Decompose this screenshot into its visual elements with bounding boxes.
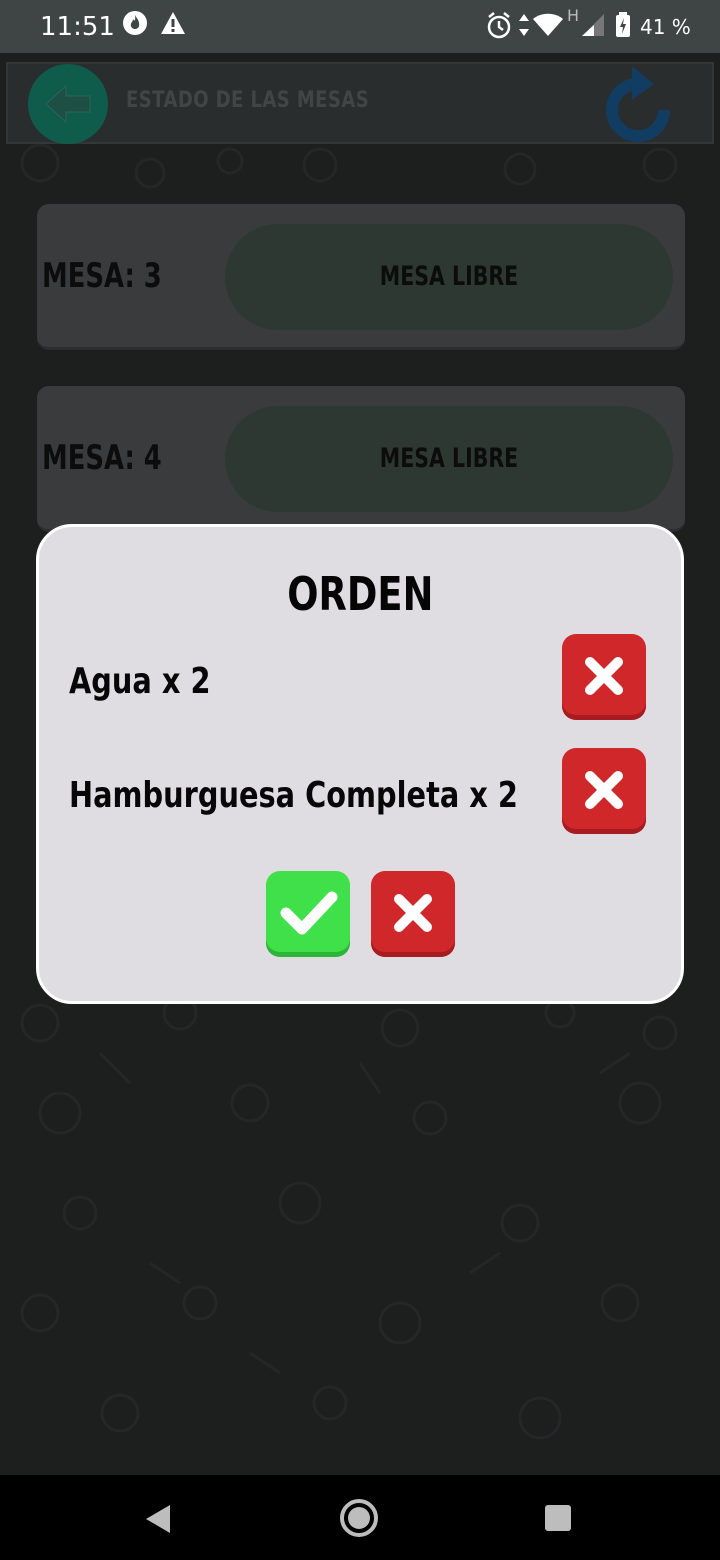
dialog-title: ORDEN [286,567,434,621]
confirm-order-button[interactable] [266,871,350,957]
signal-icon [580,10,606,45]
mesa-status-button[interactable]: MESA LIBRE [225,224,673,330]
nav-home-button[interactable] [319,1475,399,1560]
back-button[interactable] [28,64,108,144]
remove-item-button[interactable] [562,634,646,720]
warning-icon [160,10,186,41]
arrow-left-icon [45,84,91,124]
battery-percent: 41 % [640,15,691,39]
close-icon [394,894,432,932]
mesa-status-label: MESA LIBRE [379,443,519,474]
mesa-card[interactable]: MESA: 3 MESA LIBRE [37,204,685,350]
nav-recents-button[interactable] [518,1475,598,1560]
mesa-card[interactable]: MESA: 4 MESA LIBRE [37,386,685,532]
mesa-status-label: MESA LIBRE [379,261,519,292]
nav-back-button[interactable] [118,1475,198,1560]
status-bar: 11:51 H 41 % [0,0,720,53]
cancel-order-button[interactable] [371,871,455,957]
page-title: ESTADO DE LAS MESAS [126,88,370,113]
wifi-icon [532,10,564,45]
recents-square-icon [545,1505,571,1531]
status-time: 11:51 [40,12,115,42]
mesa-status-button[interactable]: MESA LIBRE [225,406,673,512]
back-triangle-icon [146,1505,170,1533]
close-icon [585,771,623,809]
refresh-icon [606,66,670,142]
battery-icon [614,10,632,45]
order-dialog: ORDEN Agua x 2 Hamburguesa Completa x 2 [36,524,684,1004]
system-nav-bar [0,1475,720,1560]
data-arrows-icon [518,10,530,45]
home-circle-icon [340,1499,378,1537]
mesa-label: MESA: 4 [42,438,162,478]
app-toolbar: ESTADO DE LAS MESAS [6,62,714,144]
close-icon [585,657,623,695]
order-item-text: Hamburguesa Completa x 2 [69,775,518,816]
refresh-button[interactable] [598,62,678,146]
remove-item-button[interactable] [562,748,646,834]
flame-app-icon [122,10,148,41]
network-type-label: H [567,6,580,25]
mesa-label: MESA: 3 [42,256,162,296]
check-icon [280,891,338,935]
order-item-text: Agua x 2 [69,661,211,702]
alarm-icon [486,10,512,45]
